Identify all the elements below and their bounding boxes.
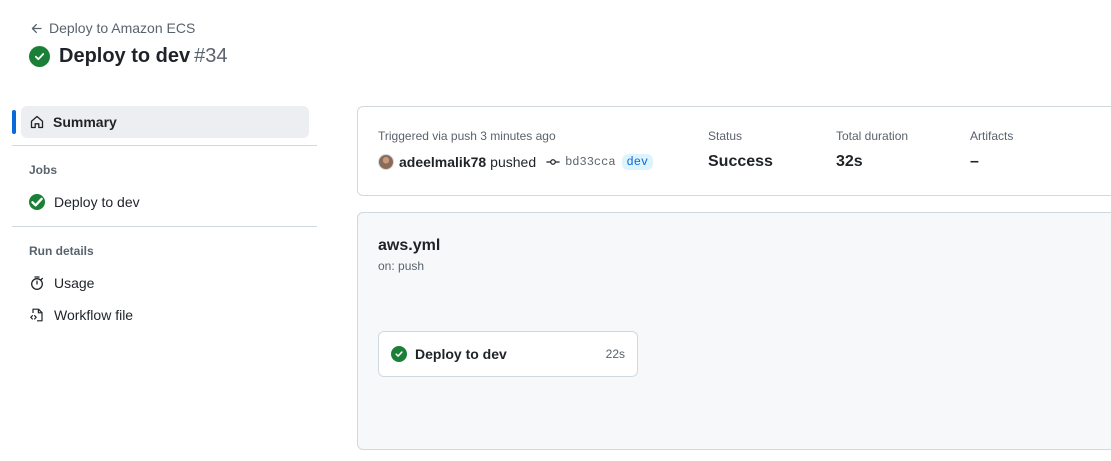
sidebar-item-job[interactable]: Deploy to dev	[29, 194, 140, 210]
sidebar-item-workflow-file-label: Workflow file	[54, 307, 134, 323]
sidebar-item-job-label: Deploy to dev	[54, 194, 140, 210]
duration-label: Total duration	[836, 129, 909, 143]
workflow-file-name: aws.yml	[378, 237, 441, 254]
stopwatch-icon	[31, 276, 43, 290]
job-node-duration: 22s	[605, 347, 625, 361]
sidebar-item-usage[interactable]: Usage	[29, 275, 94, 291]
sidebar-item-summary[interactable]: Summary	[12, 106, 309, 138]
git-commit-icon	[546, 159, 560, 165]
workflow-trigger: on: push	[378, 259, 425, 273]
artifacts-label: Artifacts	[970, 129, 1014, 143]
back-link[interactable]: Deploy to Amazon ECS	[30, 20, 195, 36]
job-node[interactable]: Deploy to dev 22s	[378, 331, 638, 377]
sidebar-divider	[12, 145, 317, 146]
sidebar-item-workflow-file[interactable]: Workflow file	[29, 307, 133, 323]
branch-badge[interactable]: dev	[621, 154, 654, 170]
run-title: Deploy to dev	[59, 45, 191, 67]
workflow-graph: aws.yml on: push Deploy to dev 22s	[357, 212, 1111, 450]
commit-sha-link[interactable]: bd33cca	[565, 155, 615, 169]
arrow-left-icon	[31, 23, 42, 33]
jobs-heading: Jobs	[29, 163, 58, 177]
trigger-text: Triggered via push 3 minutes ago	[378, 129, 556, 143]
sidebar-item-summary-label: Summary	[53, 114, 117, 130]
push-action: pushed	[490, 154, 537, 170]
page-title: Deploy to dev #34	[29, 45, 228, 68]
run-summary-card: Triggered via push 3 minutes ago adeelma…	[357, 106, 1111, 196]
check-circle-icon	[29, 46, 50, 67]
sidebar-item-usage-label: Usage	[54, 275, 95, 291]
trigger-details: adeelmalik78 pushed bd33cca dev	[378, 154, 654, 170]
check-circle-icon	[29, 194, 45, 210]
username-link[interactable]: adeelmalik78	[399, 154, 486, 170]
artifacts-value: –	[970, 153, 979, 170]
duration-value: 32s	[836, 153, 863, 170]
job-node-name: Deploy to dev	[415, 346, 507, 362]
avatar[interactable]	[378, 154, 394, 170]
check-circle-icon	[391, 346, 407, 362]
sidebar-divider	[12, 226, 317, 227]
run-details-heading: Run details	[29, 244, 94, 258]
status-label: Status	[708, 129, 743, 143]
home-icon	[30, 115, 44, 129]
back-link-label: Deploy to Amazon ECS	[49, 20, 196, 36]
file-code-icon	[30, 308, 43, 322]
run-number: #34	[194, 45, 228, 67]
status-value: Success	[708, 153, 773, 170]
sidebar: Summary	[12, 106, 317, 138]
